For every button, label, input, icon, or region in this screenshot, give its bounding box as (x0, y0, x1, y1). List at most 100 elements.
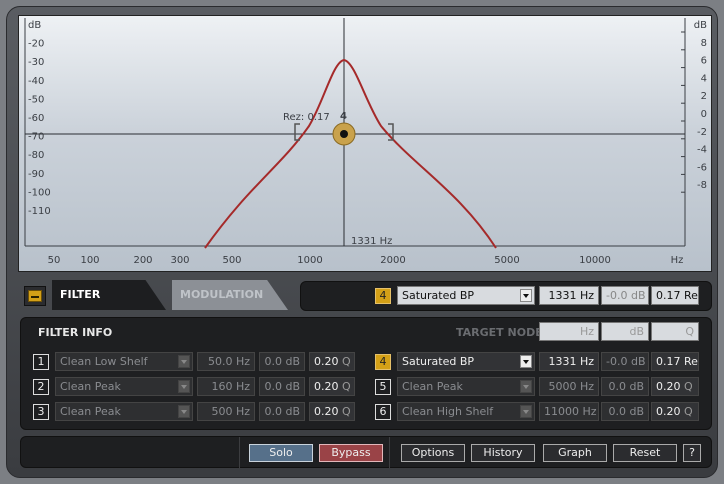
filter-freq-field[interactable]: 500 Hz (197, 402, 255, 421)
target-header-hz: Hz (539, 322, 599, 341)
filter-type-select[interactable]: Saturated BP (397, 352, 535, 371)
filter-gain-field[interactable]: 0.0 dB (601, 377, 649, 396)
chevron-down-icon[interactable] (520, 380, 532, 393)
filter-q-unit: Q (342, 355, 351, 368)
history-button[interactable]: History (471, 444, 535, 462)
chevron-down-icon[interactable] (178, 355, 190, 368)
filter-type-select[interactable]: Clean Peak (397, 377, 535, 396)
filter-type-label: Clean Low Shelf (60, 355, 148, 368)
filter-gain-field[interactable]: 0.0 dB (601, 402, 649, 421)
filter-number[interactable]: 4 (375, 354, 391, 370)
node-number-label: 4 (340, 111, 347, 122)
freq-tick-label: 200 (133, 255, 152, 266)
target-freq-field[interactable]: 1331 Hz (539, 286, 599, 305)
filter-freq-field[interactable]: 50.0 Hz (197, 352, 255, 371)
freq-tick-label: 100 (80, 255, 99, 266)
filter-gain-field[interactable]: -0.0 dB (601, 352, 649, 371)
db-tick-label-left: -70 (28, 132, 44, 143)
collapse-button[interactable] (24, 286, 46, 306)
filter-response-curve (204, 58, 497, 249)
filter-number[interactable]: 6 (375, 404, 391, 420)
db-tick-label-left: dB (28, 20, 41, 31)
target-node-number[interactable]: 4 (375, 288, 391, 304)
filter-q-field[interactable]: 0.17 Rez (651, 352, 699, 371)
chevron-down-icon[interactable] (520, 355, 532, 368)
filter-type-label: Clean Peak (60, 380, 121, 393)
bottom-toolbar: Solo Bypass Options History Graph Reset … (20, 436, 712, 469)
filter-q-value: 0.20 (314, 355, 339, 368)
filter-q-field[interactable]: 0.20 Q (309, 377, 355, 396)
db-tick-label-left: -60 (28, 113, 44, 124)
filter-number[interactable]: 5 (375, 379, 391, 395)
filter-type-select[interactable]: Clean High Shelf (397, 402, 535, 421)
filter-q-value: 0.20 (314, 405, 339, 418)
db-tick-label-left: -110 (28, 206, 51, 217)
filter-number[interactable]: 1 (33, 354, 49, 370)
filter-q-value: 0.20 (314, 380, 339, 393)
filter-q-value: 0.20 (656, 405, 681, 418)
freq-tick-label: 2000 (380, 255, 405, 266)
target-q-field[interactable]: 0.17 Rez (651, 286, 699, 305)
filter-type-label: Clean Peak (60, 405, 121, 418)
freq-tick-label: 1000 (297, 255, 322, 266)
db-tick-label-left: -50 (28, 94, 44, 105)
minus-icon (28, 290, 42, 302)
help-button[interactable]: ? (683, 444, 701, 462)
filter-freq-field[interactable]: 160 Hz (197, 377, 255, 396)
options-button[interactable]: Options (401, 444, 465, 462)
db-tick-label-right: -8 (697, 180, 707, 191)
bypass-button[interactable]: Bypass (319, 444, 383, 462)
filter-q-field[interactable]: 0.20 Q (309, 352, 355, 371)
solo-button[interactable]: Solo (249, 444, 313, 462)
target-gain-field[interactable]: -0.0 dB (601, 286, 649, 305)
db-tick-label-right: 0 (701, 109, 707, 120)
eq-graph[interactable]: 4 Rez: 0.17 1331 Hz dB -20 -30 -40 -50 -60 -70… (18, 15, 712, 272)
filter-q-field[interactable]: 0.20 Q (309, 402, 355, 421)
filter-q-unit: Q (684, 405, 693, 418)
filter-freq-field[interactable]: 1331 Hz (539, 352, 599, 371)
chevron-down-icon[interactable] (178, 405, 190, 418)
reset-button[interactable]: Reset (613, 444, 677, 462)
filter-q-value: 0.20 (656, 380, 681, 393)
freq-tick-label: Hz (671, 255, 684, 266)
eq-graph-svg[interactable]: 4 Rez: 0.17 1331 Hz dB-20-30-40-50-60-70… (19, 16, 712, 272)
filter-type-select[interactable]: Clean Low Shelf (55, 352, 193, 371)
filter-q-field[interactable]: 0.20 Q (651, 402, 699, 421)
db-tick-label-left: -20 (28, 39, 44, 50)
db-tick-label-left: -30 (28, 57, 44, 68)
filter-gain-field[interactable]: 0.0 dB (259, 352, 305, 371)
db-tick-label-right: -4 (697, 145, 707, 156)
chevron-down-icon[interactable] (178, 380, 190, 393)
freq-axis: 50 100 200 300 500 1000 2000 5000 10000 Hz (48, 255, 684, 266)
target-header-db: dB (601, 322, 649, 341)
filter-type-label: Clean Peak (402, 380, 463, 393)
filter-number[interactable]: 2 (33, 379, 49, 395)
filter-freq-field[interactable]: 5000 Hz (539, 377, 599, 396)
filter-type-select[interactable]: Clean Peak (55, 402, 193, 421)
db-tick-label-left: -40 (28, 76, 44, 87)
graph-button[interactable]: Graph (543, 444, 607, 462)
filter-q-unit: Q (342, 405, 351, 418)
chevron-down-icon[interactable] (520, 289, 532, 302)
filter-type-select[interactable]: Clean Peak (55, 377, 193, 396)
freq-tick-label: 500 (222, 255, 241, 266)
filter-q-field[interactable]: 0.20 Q (651, 377, 699, 396)
filter-info-title: FILTER INFO (38, 326, 113, 339)
db-tick-label-right: 4 (701, 73, 707, 84)
freq-tick-label: 50 (48, 255, 61, 266)
db-axis-left: dB -20 -30 -40 -50 -60 -70 -80 -90 -100 -110 (28, 20, 51, 217)
divider (239, 437, 240, 469)
filter-gain-field[interactable]: 0.0 dB (259, 402, 305, 421)
filter-node-center (340, 130, 348, 138)
rez-label: Rez: 0.17 (283, 112, 330, 123)
target-type-select[interactable]: Saturated BP (397, 286, 535, 305)
freq-tick-label: 10000 (579, 255, 611, 266)
freq-tick-label: 5000 (494, 255, 519, 266)
filter-q-value: 0.17 (656, 355, 681, 368)
filter-number[interactable]: 3 (33, 404, 49, 420)
filter-gain-field[interactable]: 0.0 dB (259, 377, 305, 396)
db-tick-label-right: dB (694, 20, 707, 31)
filter-freq-field[interactable]: 11000 Hz (539, 402, 599, 421)
db-tick-label-left: -100 (28, 187, 51, 198)
chevron-down-icon[interactable] (520, 405, 532, 418)
